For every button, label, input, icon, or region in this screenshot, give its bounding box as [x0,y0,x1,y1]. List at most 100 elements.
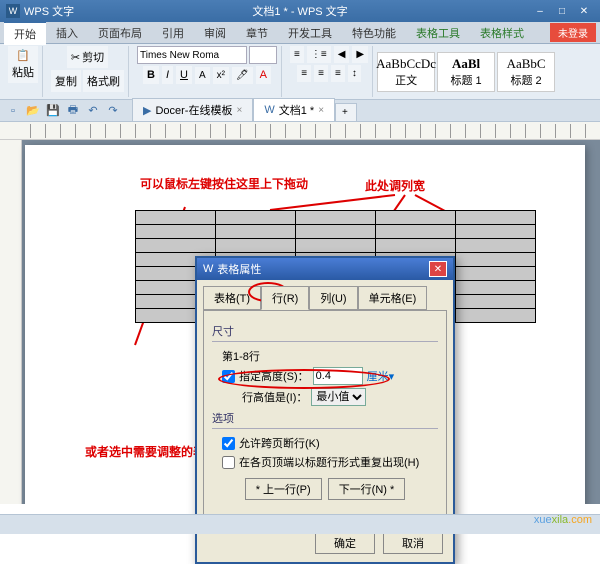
specify-height-label: 指定高度(S)： [239,368,309,384]
dlgtab-row[interactable]: 行(R) [261,286,309,310]
indent-dec-button[interactable]: ◀ [334,46,350,63]
dialog-titlebar[interactable]: W 表格属性 ✕ [197,258,453,280]
numbering-button[interactable]: ⋮≡ [307,46,331,63]
window-controls: – □ ✕ [530,4,594,18]
style-h1[interactable]: AaBl标题 1 [437,52,495,92]
strike-button[interactable]: A [195,67,210,84]
font-color-button[interactable]: A [256,66,271,84]
h-ruler[interactable] [0,122,600,140]
indent-inc-button[interactable]: ▶ [352,46,368,63]
nav-buttons: * 上一行(P) 下一行(N) * [212,478,438,500]
doctab-doc1[interactable]: W文档1 *× [253,98,335,121]
format-painter-button[interactable]: 格式刷 [83,70,124,92]
font-group: B I U A x² 🖊 A [133,46,282,97]
size-select[interactable] [249,46,277,64]
annotation-colwidth: 此处调列宽 [365,177,425,194]
repeat-row: 在各页顶端以标题行形式重复出现(H) [222,454,438,470]
doc-icon: W [264,104,274,116]
doc-tabs: ▶Docer-在线模板× W文档1 *× + [132,100,357,121]
section-size: 尺寸 [212,323,438,339]
v-ruler[interactable] [0,140,22,504]
dlgtab-cell[interactable]: 单元格(E) [358,286,428,310]
italic-button[interactable]: I [162,66,173,84]
tab-layout[interactable]: 页面布局 [88,22,152,44]
dialog-tabs: 表格(T) 行(R) 列(U) 单元格(E) [197,280,453,310]
align-right-button[interactable]: ≡ [331,65,345,82]
repeat-header-checkbox[interactable] [222,456,235,469]
tab-dev[interactable]: 开发工具 [278,22,342,44]
redo-button[interactable]: ↷ [104,102,122,120]
cancel-button[interactable]: 取消 [383,532,443,554]
tab-review[interactable]: 审阅 [194,22,236,44]
close-icon[interactable]: × [318,105,324,116]
tab-table-style[interactable]: 表格样式 [470,22,534,44]
tab-table-tools[interactable]: 表格工具 [406,22,470,44]
height-mode-select[interactable]: 最小值 [311,388,366,406]
align-left-button[interactable]: ≡ [297,65,311,82]
titlebar: W WPS 文字 文档1 * - WPS 文字 – □ ✕ [0,0,600,22]
specify-height-checkbox[interactable] [222,370,235,383]
line-spacing-button[interactable]: ↕ [348,65,361,82]
repeat-header-label: 在各页顶端以标题行形式重复出现(H) [239,454,419,470]
tab-home[interactable]: 开始 [4,21,46,45]
para-group: ≡ ⋮≡ ◀ ▶ ≡ ≡ ≡ ↕ [286,46,373,97]
new-tab-button[interactable]: + [335,103,357,121]
unit-link[interactable]: 厘米▾ [367,368,395,384]
style-h2[interactable]: AaBbC标题 2 [497,52,555,92]
ribbon: 📋粘贴 ✂剪切 复制 格式刷 B I U A x² 🖊 A ≡ ⋮≡ ◀ ▶ [0,44,600,100]
break-row: 允许跨页断行(K) [222,435,438,451]
height-input[interactable] [313,367,363,385]
save-button[interactable]: 💾 [44,102,62,120]
tab-section[interactable]: 章节 [236,22,278,44]
style-normal[interactable]: AaBbCcDc正文 [377,52,435,92]
next-row-button[interactable]: 下一行(N) * [328,478,406,500]
app-logo-icon: W [6,4,20,18]
new-button[interactable]: ▫ [4,102,22,120]
clipboard-group: 📋粘贴 [4,46,43,97]
maximize-button[interactable]: □ [552,4,572,18]
underline-button[interactable]: U [176,66,192,84]
open-button[interactable]: 📂 [24,102,42,120]
watermark: xuexila.com [534,507,592,528]
align-center-button[interactable]: ≡ [314,65,328,82]
scissors-icon: ✂ [71,51,80,64]
app-name: WPS 文字 [24,3,74,19]
heightis-row: 行高值是(I)： 最小值 [242,388,438,406]
annotation-drag: 可以鼠标左键按住这里上下拖动 [140,177,308,191]
close-icon[interactable]: × [236,105,242,116]
ok-button[interactable]: 确定 [315,532,375,554]
quick-access: ▫ 📂 💾 🖶 ↶ ↷ ▶Docer-在线模板× W文档1 *× + [0,100,600,122]
window-title: 文档1 * - WPS 文字 [252,3,347,19]
docer-icon: ▶ [143,104,151,117]
dialog-title: 表格属性 [217,261,261,277]
allow-break-checkbox[interactable] [222,437,235,450]
undo-button[interactable]: ↶ [84,102,102,120]
ribbon-tabs: 开始 插入 页面布局 引用 审阅 章节 开发工具 特色功能 表格工具 表格样式 … [0,22,600,44]
paste-icon: 📋 [16,49,30,62]
row-range-label: 第1-8行 [222,348,438,364]
bullets-button[interactable]: ≡ [290,46,304,63]
doctab-docer[interactable]: ▶Docer-在线模板× [132,98,253,121]
statusbar [0,514,600,534]
super-button[interactable]: x² [213,67,229,84]
highlight-button[interactable]: 🖊 [232,67,253,84]
minimize-button[interactable]: – [530,4,550,18]
cut-button[interactable]: ✂剪切 [67,46,108,68]
styles-gallery: AaBbCcDc正文 AaBl标题 1 AaBbC标题 2 [377,52,555,92]
dlgtab-col[interactable]: 列(U) [309,286,357,310]
font-select[interactable] [137,46,247,64]
login-button[interactable]: 未登录 [550,23,596,42]
bold-button[interactable]: B [143,66,159,84]
paste-button[interactable]: 📋粘贴 [8,46,38,83]
copy-button[interactable]: 复制 [51,70,81,92]
tab-insert[interactable]: 插入 [46,22,88,44]
dlgtab-table[interactable]: 表格(T) [203,286,261,310]
dialog-close-button[interactable]: ✕ [429,261,447,277]
tab-ref[interactable]: 引用 [152,22,194,44]
prev-row-button[interactable]: * 上一行(P) [245,478,322,500]
close-button[interactable]: ✕ [574,4,594,18]
print-button[interactable]: 🖶 [64,102,82,120]
tab-special[interactable]: 特色功能 [342,22,406,44]
height-row: 指定高度(S)： 厘米▾ [222,367,438,385]
dialog-icon: W [203,263,213,275]
